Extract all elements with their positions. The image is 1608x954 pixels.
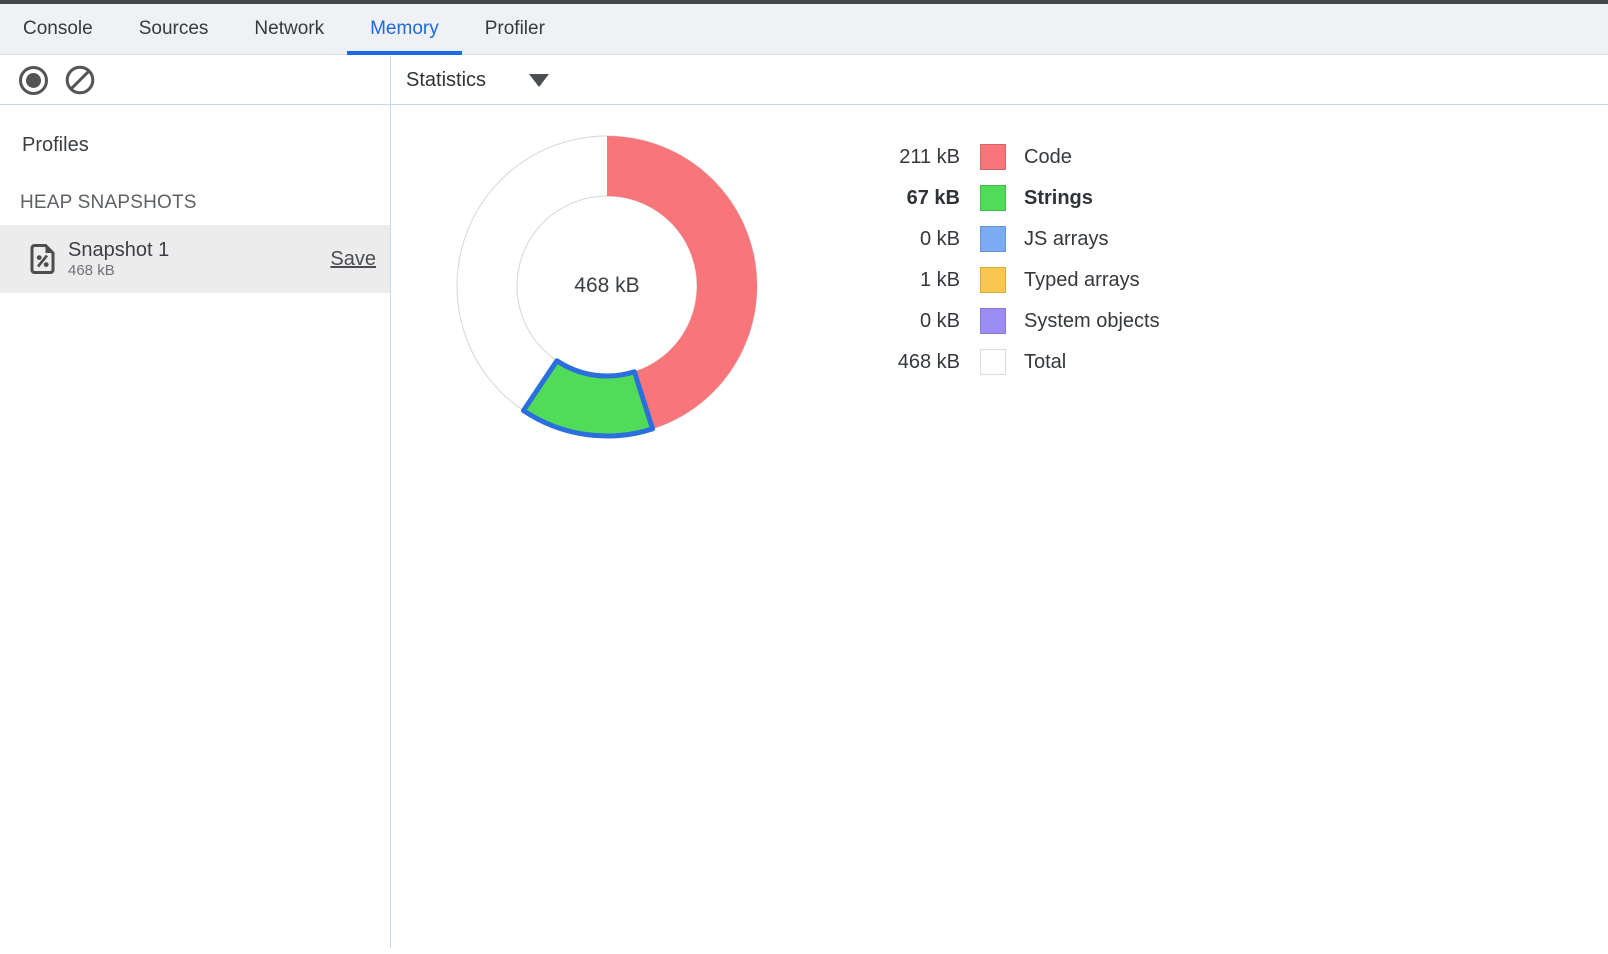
- profiles-title: Profiles: [22, 134, 89, 157]
- tab-console[interactable]: Console: [0, 4, 116, 54]
- legend-swatch: [980, 308, 1006, 334]
- legend-label: System objects: [1024, 310, 1160, 333]
- pie-inner-ring: [517, 196, 697, 376]
- chevron-down-icon: [529, 74, 549, 87]
- legend-value: 0 kB: [860, 310, 960, 333]
- tab-profiler[interactable]: Profiler: [462, 4, 568, 54]
- legend-swatch: [980, 185, 1006, 211]
- legend-value: 468 kB: [860, 351, 960, 374]
- legend-row-typed-arrays: 1 kB Typed arrays: [860, 266, 1160, 294]
- record-heap-snapshot-button[interactable]: [18, 65, 48, 95]
- snapshot-size: 468 kB: [68, 262, 169, 280]
- profiles-toolbar: [0, 56, 390, 105]
- legend-label: Total: [1024, 351, 1066, 374]
- profiles-sidebar: Profiles HEAP SNAPSHOTS Snapshot 1 468 k…: [0, 106, 390, 954]
- tab-memory[interactable]: Memory: [347, 4, 462, 54]
- chart-legend: 211 kB Code 67 kB Strings 0 kB JS arrays…: [860, 143, 1160, 389]
- legend-label: Typed arrays: [1024, 269, 1140, 292]
- tab-sources[interactable]: Sources: [116, 4, 232, 54]
- legend-row-code: 211 kB Code: [860, 143, 1160, 171]
- legend-value: 211 kB: [860, 146, 960, 169]
- legend-swatch: [980, 349, 1006, 375]
- pie-slice-strings[interactable]: [523, 361, 652, 436]
- heap-snapshot-file-icon: [30, 243, 56, 275]
- statistics-panel: 468 kB 211 kB Code 67 kB Strings 0 kB JS…: [391, 106, 1608, 954]
- statistics-toolbar: Statistics: [391, 56, 1608, 105]
- clear-icon: [65, 65, 95, 95]
- view-mode-select[interactable]: Statistics: [406, 69, 549, 92]
- legend-label: Code: [1024, 146, 1072, 169]
- legend-swatch: [980, 267, 1006, 293]
- snapshot-save-link[interactable]: Save: [330, 248, 376, 271]
- heap-snapshot-item[interactable]: Snapshot 1 468 kB Save: [0, 225, 390, 293]
- tab-network[interactable]: Network: [231, 4, 347, 54]
- legend-row-strings: 67 kB Strings: [860, 184, 1160, 212]
- legend-row-js-arrays: 0 kB JS arrays: [860, 225, 1160, 253]
- legend-swatch: [980, 226, 1006, 252]
- record-icon: [19, 66, 48, 95]
- clear-profiles-button[interactable]: [65, 65, 95, 95]
- legend-swatch: [980, 144, 1006, 170]
- legend-value: 1 kB: [860, 269, 960, 292]
- snapshot-title: Snapshot 1: [68, 238, 169, 262]
- legend-row-total: 468 kB Total: [860, 348, 1160, 376]
- legend-value: 0 kB: [860, 228, 960, 251]
- legend-row-system-objects: 0 kB System objects: [860, 307, 1160, 335]
- pie-chart[interactable]: [452, 131, 762, 441]
- legend-label: JS arrays: [1024, 228, 1108, 251]
- legend-value: 67 kB: [860, 187, 960, 210]
- legend-label: Strings: [1024, 187, 1093, 210]
- devtools-tabbar: Console Sources Network Memory Profiler: [0, 4, 1608, 55]
- heap-snapshots-section-title: HEAP SNAPSHOTS: [20, 192, 197, 214]
- view-mode-value: Statistics: [406, 69, 486, 92]
